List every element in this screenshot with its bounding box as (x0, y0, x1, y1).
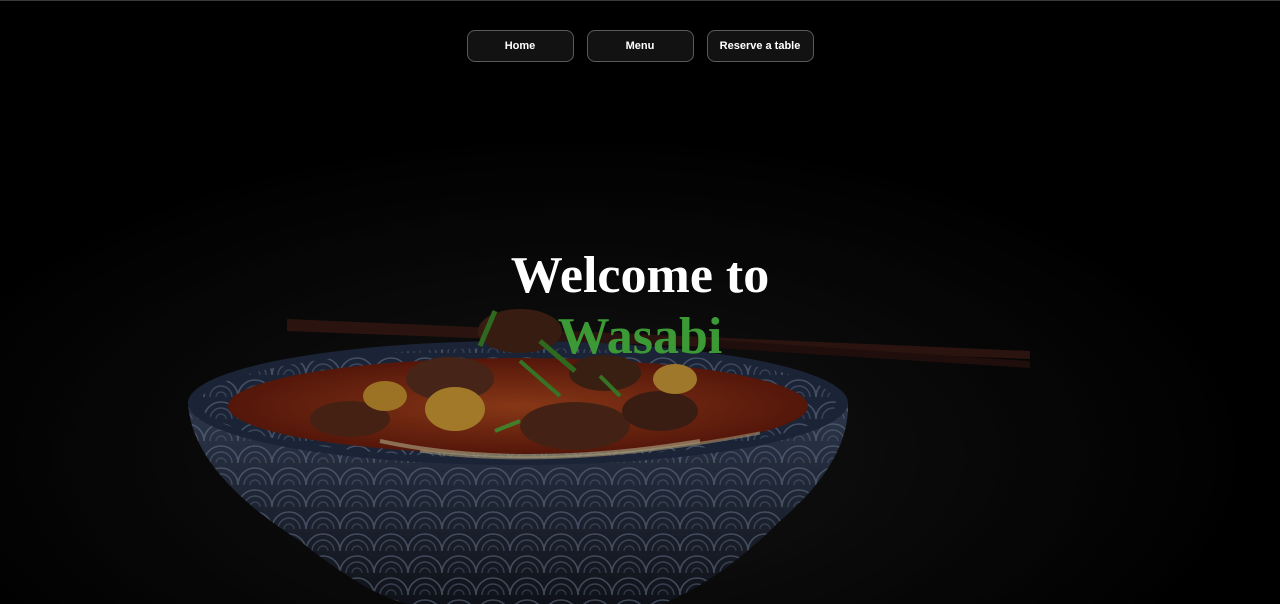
hero-heading-line1: Welcome to (510, 247, 770, 304)
nav-home-button[interactable]: Home (466, 30, 574, 62)
landing-page: Home Menu Reserve a table Welcome to Was… (0, 0, 1280, 604)
nav-reserve-button[interactable]: Reserve a table (706, 30, 814, 62)
nav-menu-button[interactable]: Menu (586, 30, 694, 62)
brand-name: Wasabi (557, 308, 723, 365)
hero-heading: Welcome to Wasabi (0, 245, 1280, 367)
main-nav: Home Menu Reserve a table (0, 30, 1280, 62)
